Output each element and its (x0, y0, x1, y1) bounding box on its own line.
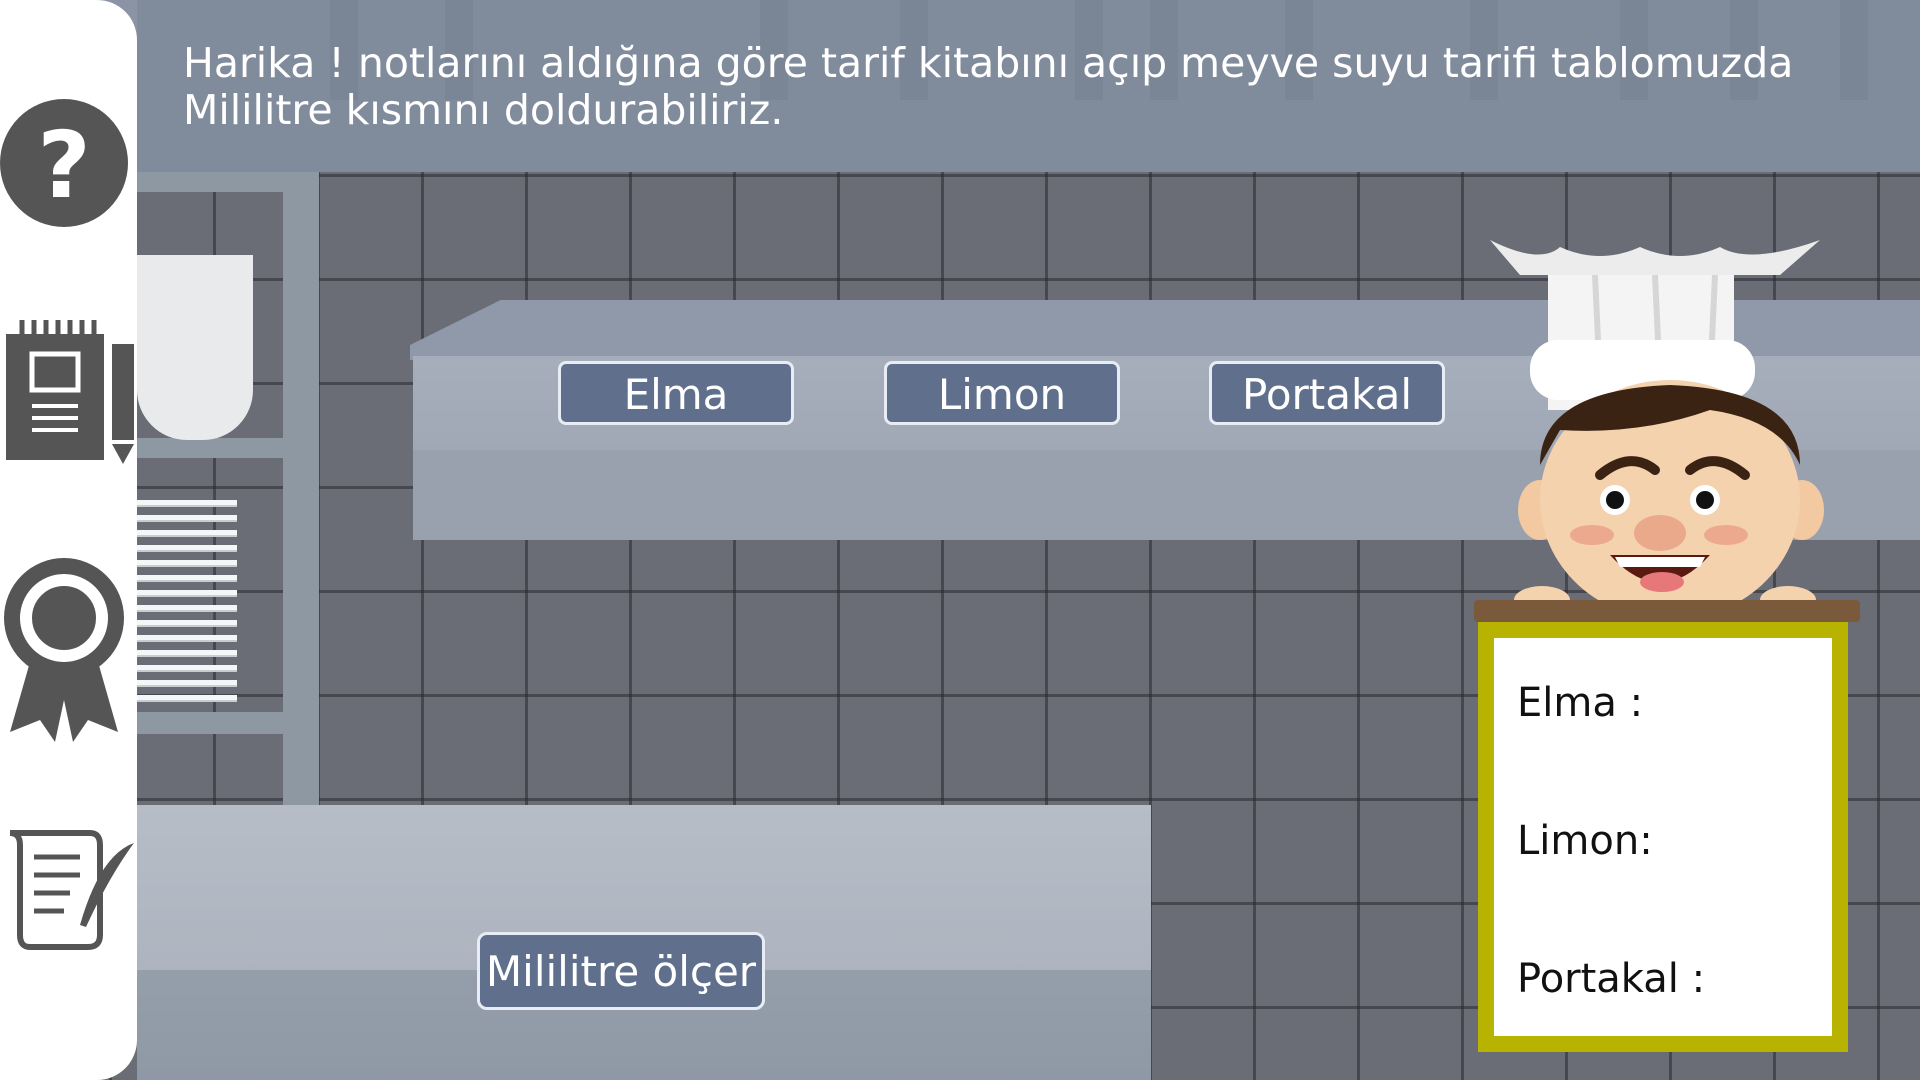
left-sidebar: ? (0, 0, 137, 1080)
elma-button[interactable]: Elma (558, 361, 794, 425)
svg-text:?: ? (37, 112, 90, 219)
recipe-line-elma: Elma : (1517, 680, 1644, 726)
recipe-line-portakal: Portakal : (1517, 956, 1706, 1002)
instruction-text: Harika ! notlarını aldığına göre tarif k… (183, 39, 1794, 134)
shelf-board (137, 712, 317, 734)
chef-character (1490, 240, 1824, 615)
recipe-board-rim (1474, 600, 1860, 622)
shelf-board (137, 172, 317, 192)
scroll-quill-icon[interactable] (0, 825, 137, 955)
recipe-line-limon: Limon: (1517, 818, 1653, 864)
bowl-stack (137, 255, 253, 440)
limon-button[interactable]: Limon (884, 361, 1120, 425)
help-icon[interactable]: ? (0, 95, 137, 235)
notebook-icon[interactable] (0, 318, 137, 464)
portakal-button[interactable]: Portakal (1209, 361, 1445, 425)
badge-icon[interactable] (0, 552, 137, 742)
mililitre-measure-button[interactable]: Mililitre ölçer (477, 932, 765, 1010)
shelf-board (137, 438, 317, 458)
